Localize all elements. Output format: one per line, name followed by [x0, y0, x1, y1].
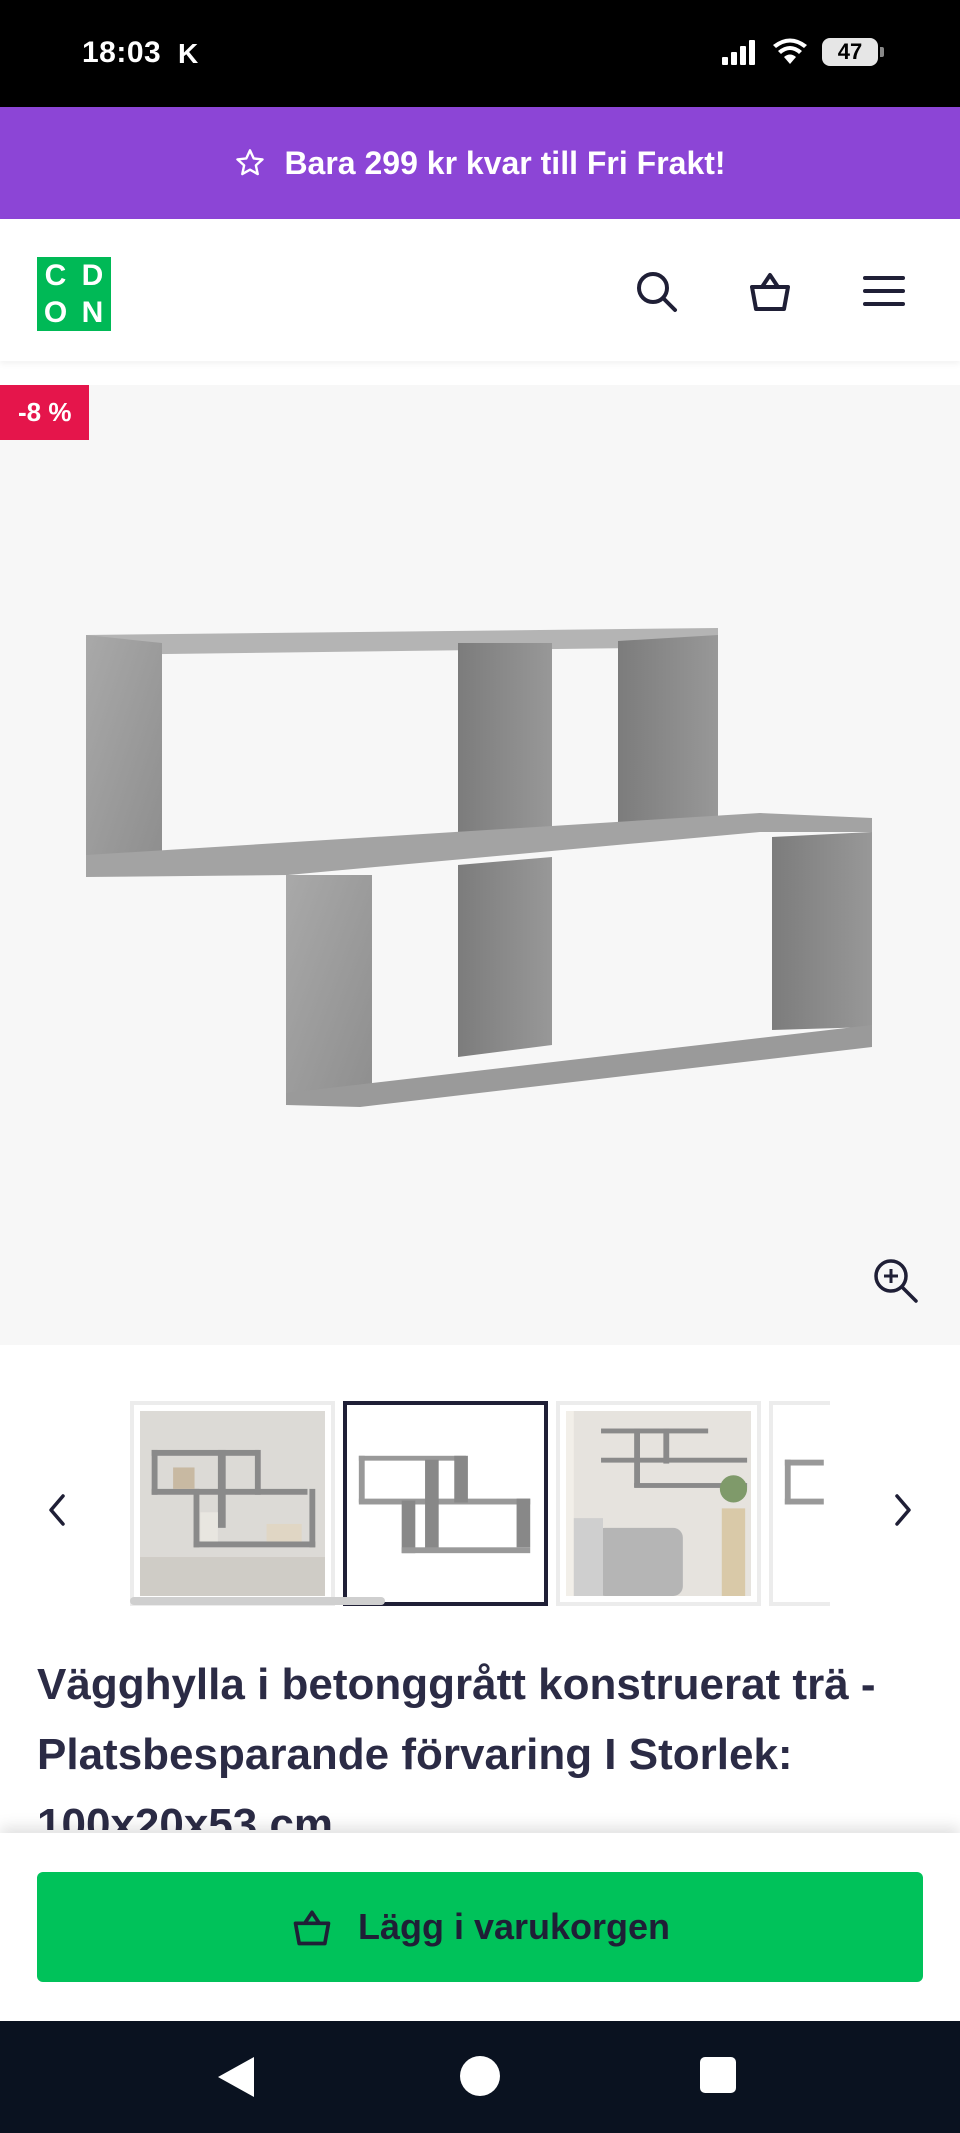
thumbnail-row — [130, 1401, 830, 1611]
status-time: 18:03 — [82, 36, 162, 69]
system-navigation-bar — [0, 2021, 960, 2133]
thumbnail-image — [566, 1411, 751, 1596]
battery-indicator: 47 — [822, 38, 884, 66]
thumbnail-active[interactable] — [343, 1401, 548, 1606]
thumbnail-carousel — [0, 1395, 960, 1615]
back-icon[interactable] — [218, 2057, 254, 2097]
product-photo — [86, 628, 872, 1107]
sticky-cart-bar: Lägg i varukorgen — [0, 1833, 960, 2021]
add-to-cart-label: Lägg i varukorgen — [357, 1906, 671, 1947]
add-to-cart-button[interactable]: Lägg i varukorgen — [37, 1872, 923, 1982]
carousel-scrollbar[interactable] — [130, 1597, 385, 1605]
cdon-logo[interactable]: C D O N — [37, 257, 111, 331]
wifi-icon — [773, 38, 807, 64]
status-carrier-letter: K — [178, 38, 199, 69]
logo-letter: C — [44, 259, 67, 292]
product-title: Vägghylla i betonggrått konstruerat trä … — [37, 1660, 876, 1830]
thumbnail[interactable] — [769, 1401, 830, 1606]
product-image[interactable]: -8 % — [0, 385, 960, 1345]
promo-text: Bara 299 kr kvar till Fri Frakt! — [284, 144, 726, 181]
thumbnail[interactable] — [556, 1401, 761, 1606]
search-icon[interactable] — [632, 267, 680, 315]
recent-apps-icon[interactable] — [700, 2057, 736, 2093]
status-icons: 47 — [722, 38, 884, 66]
thumbnail-image — [353, 1411, 538, 1596]
signal-icon — [722, 40, 755, 65]
battery-level: 47 — [837, 39, 863, 64]
basket-icon[interactable] — [746, 267, 794, 315]
logo-letter: O — [43, 296, 68, 329]
home-icon[interactable] — [460, 2056, 500, 2096]
thumbnail-image — [140, 1411, 325, 1596]
logo-letter: N — [81, 296, 104, 329]
logo-letter: D — [81, 259, 104, 292]
chevron-right-icon[interactable] — [882, 1490, 922, 1530]
thumbnail[interactable] — [130, 1401, 335, 1606]
header-actions — [632, 267, 908, 315]
basket-icon — [293, 1910, 331, 1946]
free-shipping-banner[interactable]: Bara 299 kr kvar till Fri Frakt! — [0, 107, 960, 219]
menu-icon[interactable] — [860, 267, 908, 315]
thumbnail-image — [779, 1411, 830, 1596]
chevron-left-icon[interactable] — [38, 1490, 78, 1530]
status-bar: 18:03 K 47 — [0, 0, 960, 107]
zoom-in-icon[interactable] — [870, 1255, 920, 1305]
star-icon — [236, 149, 265, 176]
site-header: C D O N — [0, 219, 960, 361]
